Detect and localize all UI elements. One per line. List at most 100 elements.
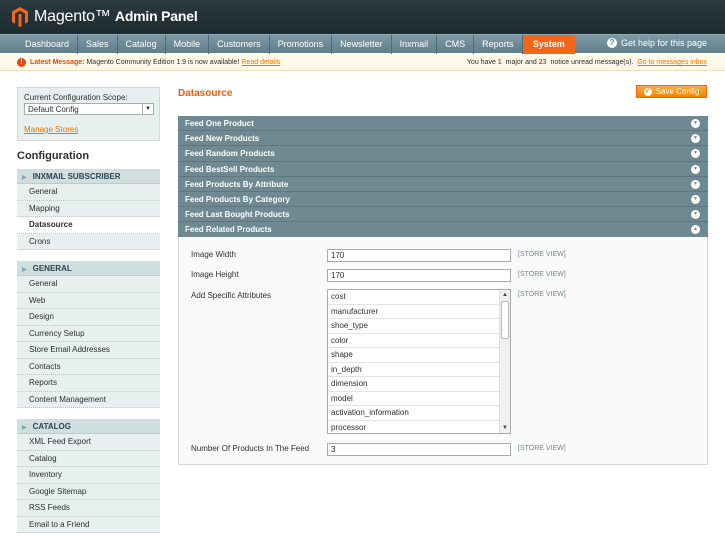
- expand-icon[interactable]: ▼: [691, 119, 700, 128]
- nav-item-sales[interactable]: Sales: [78, 34, 118, 54]
- chevron-down-icon: ▼: [142, 104, 153, 114]
- sidebar-item-catalog[interactable]: Catalog: [17, 450, 160, 467]
- attribute-option[interactable]: activation_information: [328, 406, 500, 421]
- nav-item-inxmail[interactable]: Inxmail: [392, 34, 438, 54]
- expand-icon[interactable]: ▼: [691, 210, 700, 220]
- attribute-option[interactable]: manufacturer: [328, 305, 500, 319]
- attribute-option[interactable]: processor: [328, 421, 500, 434]
- attribute-option[interactable]: in_depth: [328, 363, 500, 377]
- save-label: Save Config: [655, 87, 700, 96]
- notice-label: Latest Message:: [30, 58, 85, 66]
- attribute-option[interactable]: model: [328, 392, 500, 406]
- scope-switcher: Current Configuration Scope: Default Con…: [17, 87, 160, 141]
- nav-item-customers[interactable]: Customers: [209, 34, 270, 54]
- nav-item-reports[interactable]: Reports: [474, 34, 523, 54]
- num-products-label: Number Of Products In The Feed: [191, 444, 310, 453]
- num-products-input[interactable]: 3: [327, 443, 511, 456]
- expand-icon[interactable]: ▼: [691, 194, 700, 204]
- sidebar-item-mapping[interactable]: Mapping: [17, 200, 160, 217]
- sidebar-item-rss-feeds[interactable]: RSS Feeds: [17, 500, 160, 517]
- nav-item-cms[interactable]: CMS: [437, 34, 475, 54]
- sidebar-group: ▶ INXMAIL SUBSCRIBER General Mapping Datasou…: [17, 169, 160, 250]
- sidebar-group-label: GENERAL: [32, 264, 72, 273]
- section-label: Feed Products By Category: [185, 194, 290, 204]
- sidebar-item-store-email-addresses[interactable]: Store Email Addresses: [17, 342, 160, 359]
- nav-item-mobile[interactable]: Mobile: [166, 34, 210, 54]
- scrollbar[interactable]: ▲ ▼: [499, 290, 510, 433]
- sidebar-item-general[interactable]: General: [17, 184, 160, 201]
- check-icon: ✓: [643, 87, 652, 96]
- sidebar-item-crons[interactable]: Crons: [17, 233, 160, 250]
- attributes-multiselect[interactable]: cost manufacturer shoe_type color shape in_de…: [327, 289, 511, 434]
- image-height-scope: [STORE VIEW]: [518, 271, 566, 278]
- sidebar-item-web[interactable]: Web: [17, 292, 160, 309]
- sidebar-group: ▶ CATALOG XML Feed Export Catalog Inventory G…: [17, 419, 160, 533]
- section-header[interactable]: Feed New Products ▼: [178, 131, 708, 147]
- section-header[interactable]: Feed One Product ▼: [178, 116, 708, 132]
- arrow-up-icon[interactable]: ▲: [500, 290, 510, 300]
- image-width-label: Image Width: [191, 250, 236, 259]
- sidebar-item-xml-feed-export[interactable]: XML Feed Export: [17, 434, 160, 451]
- manage-stores-link[interactable]: Manage Stores: [24, 125, 153, 134]
- notice-count: 23: [538, 59, 547, 66]
- attribute-option[interactable]: shape: [328, 348, 500, 363]
- nav-item-newsletter[interactable]: Newsletter: [332, 34, 392, 54]
- image-height-label: Image Height: [191, 270, 239, 279]
- read-details-link[interactable]: Read details: [241, 59, 280, 66]
- page-title: Datasource: [178, 88, 233, 99]
- triangle-right-icon: ▶: [22, 175, 27, 181]
- notice-word: notice unread message(s).: [550, 59, 634, 66]
- sidebar-item-datasource[interactable]: Datasource: [17, 217, 160, 234]
- messages-inbox-link[interactable]: Go to messages inbox: [637, 59, 707, 66]
- section-label: Feed One Product: [185, 119, 254, 128]
- scope-select[interactable]: Default Config ▼: [24, 103, 154, 115]
- sidebar-item-google-sitemap[interactable]: Google Sitemap: [17, 483, 160, 500]
- section-header[interactable]: Feed Products By Attribute ▼: [178, 176, 708, 192]
- question-icon: ?: [606, 38, 617, 48]
- section-header[interactable]: Feed Products By Category ▼: [178, 191, 708, 208]
- scrollbar-thumb[interactable]: [501, 301, 509, 339]
- collapse-icon[interactable]: ▲: [691, 225, 700, 235]
- section-header[interactable]: Feed Random Products ▼: [178, 146, 708, 162]
- section-label: Feed BestSell Products: [185, 164, 275, 174]
- sidebar-group-header[interactable]: ▶ INXMAIL SUBSCRIBER: [17, 169, 160, 184]
- logo-text: Magento™ Admin Panel: [34, 8, 198, 25]
- sidebar-item-contacts[interactable]: Contacts: [17, 358, 160, 375]
- sidebar-item-content-management[interactable]: Content Management: [17, 391, 160, 408]
- nav-item-system[interactable]: System: [522, 34, 575, 54]
- alert-icon: !: [17, 57, 26, 67]
- expand-icon[interactable]: ▼: [691, 179, 700, 189]
- image-height-input[interactable]: 170: [327, 269, 511, 282]
- sidebar-item-design[interactable]: Design: [17, 309, 160, 326]
- nav-item-promotions[interactable]: Promotions: [270, 34, 333, 54]
- attribute-option[interactable]: shoe_type: [328, 319, 500, 334]
- attribute-option[interactable]: dimension: [328, 377, 500, 392]
- sidebar-item-email-to-a-friend[interactable]: Email to a Friend: [17, 516, 160, 533]
- section-header[interactable]: Feed BestSell Products ▼: [178, 161, 708, 177]
- notice-prefix: You have: [466, 59, 496, 66]
- attributes-scope: [STORE VIEW]: [518, 291, 566, 298]
- section-header[interactable]: Feed Last Bought Products ▼: [178, 207, 708, 223]
- nav-item-catalog[interactable]: Catalog: [118, 34, 166, 54]
- sidebar-item-reports[interactable]: Reports: [17, 375, 160, 392]
- help-label: Get help for this page: [620, 38, 707, 48]
- section-header[interactable]: Feed Related Products ▲: [178, 222, 708, 238]
- magento-logo[interactable]: Magento™ Admin Panel: [12, 6, 198, 28]
- sidebar-item-currency-setup[interactable]: Currency Setup: [17, 325, 160, 342]
- save-config-button[interactable]: ✓ Save Config: [636, 85, 707, 98]
- image-width-input[interactable]: 170: [327, 249, 511, 262]
- sidebar-item-inventory[interactable]: Inventory: [17, 467, 160, 484]
- sidebar-group-header[interactable]: ▶ CATALOG: [17, 419, 160, 434]
- expand-icon[interactable]: ▼: [691, 164, 700, 174]
- triangle-right-icon: ▶: [22, 425, 27, 431]
- expand-icon[interactable]: ▼: [691, 149, 700, 159]
- section-label: Feed Last Bought Products: [185, 210, 290, 220]
- attribute-option[interactable]: color: [328, 334, 500, 348]
- help-link[interactable]: ? Get help for this page: [606, 38, 707, 48]
- sidebar-group-header[interactable]: ▶ GENERAL: [17, 261, 160, 276]
- sidebar-item-general[interactable]: General: [17, 276, 160, 293]
- nav-item-dashboard[interactable]: Dashboard: [17, 34, 79, 54]
- arrow-down-icon[interactable]: ▼: [500, 423, 510, 433]
- expand-icon[interactable]: ▼: [691, 134, 700, 144]
- attribute-option[interactable]: cost: [328, 290, 500, 305]
